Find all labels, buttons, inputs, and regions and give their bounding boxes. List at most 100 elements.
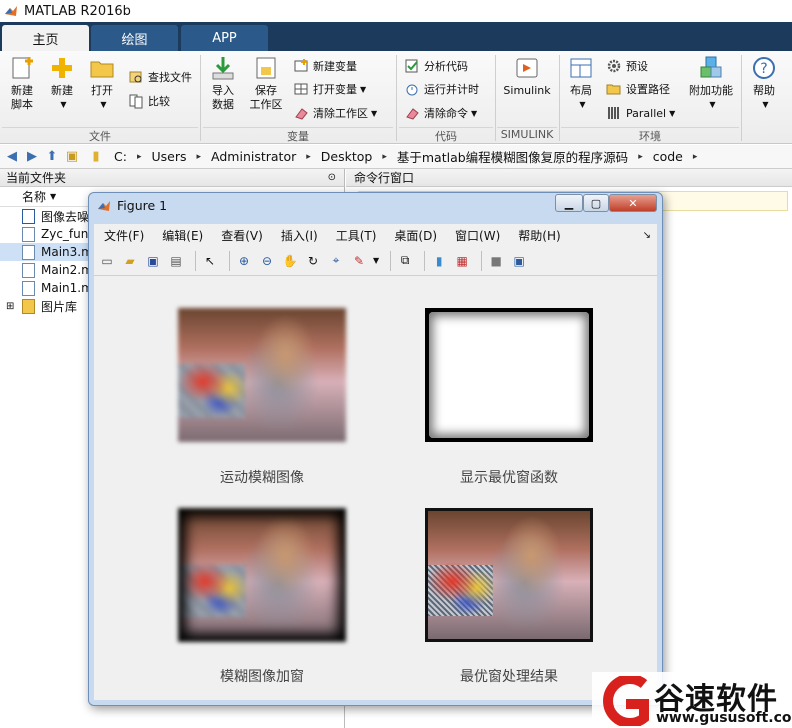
group-environment: 环境 xyxy=(561,127,739,143)
preferences-button[interactable]: 预设 xyxy=(606,56,648,76)
menu-view[interactable]: 查看(V) xyxy=(221,227,263,244)
new-script-icon xyxy=(12,57,33,79)
m-file-icon xyxy=(22,280,35,296)
optimal-window-image xyxy=(425,308,593,442)
group-simulink: SIMULINK xyxy=(497,127,557,143)
new-label: 新建 xyxy=(51,84,73,97)
group-variable: 变量 xyxy=(203,127,393,143)
forward-arrow-icon[interactable]: ▶ xyxy=(24,149,40,165)
minimize-button[interactable]: ▁ xyxy=(555,194,583,212)
panel-menu-icon[interactable]: ⊙ xyxy=(328,172,336,183)
menu-desktop[interactable]: 桌面(D) xyxy=(394,227,437,244)
legend-icon[interactable]: ▦ xyxy=(453,252,471,270)
zoom-in-icon[interactable]: ⊕ xyxy=(235,252,253,270)
set-path-label: 设置路径 xyxy=(626,83,670,96)
figure-canvas[interactable]: 运动模糊图像 显示最优窗函数 模糊图像加窗 最优窗处理结果 xyxy=(94,276,657,700)
print-icon[interactable]: ▤ xyxy=(167,252,185,270)
brush-icon[interactable]: ✎ xyxy=(350,252,368,270)
expand-plus-icon[interactable]: ⊞ xyxy=(6,301,16,312)
simulink-button[interactable]: Simulink xyxy=(502,55,552,98)
close-button[interactable]: ✕ xyxy=(609,194,657,212)
breadcrumb-c[interactable]: C: xyxy=(114,149,141,164)
open-file-icon[interactable]: ▰ xyxy=(121,252,139,270)
breadcrumb-administrator[interactable]: Administrator xyxy=(211,149,311,164)
figure-window[interactable]: Figure 1 ▁ ▢ ✕ 文件(F) 编辑(E) 查看(V) 插入(I) 工… xyxy=(88,192,663,706)
menu-help[interactable]: 帮助(H) xyxy=(518,227,560,244)
folder-icon: ▮ xyxy=(92,149,100,164)
pan-hand-icon[interactable]: ✋ xyxy=(281,252,299,270)
save-workspace-button[interactable]: 保存 工作区 xyxy=(246,55,286,112)
hide-plot-tools-icon[interactable]: ■ xyxy=(487,252,505,270)
breadcrumb-users[interactable]: Users xyxy=(151,149,201,164)
svg-text:?: ? xyxy=(760,61,767,77)
browse-folder-icon[interactable]: ▣ xyxy=(64,149,80,165)
new-figure-icon[interactable]: ▭ xyxy=(98,252,116,270)
chevron-down-icon: ▼ xyxy=(471,108,478,118)
name-column-label: 名称 xyxy=(22,190,47,204)
zoom-out-icon[interactable]: ⊖ xyxy=(258,252,276,270)
run-and-time-button[interactable]: 运行并计时 xyxy=(404,79,479,99)
maximize-button[interactable]: ▢ xyxy=(583,194,609,212)
figure-toolbar: ▭ ▰ ▣ ▤ ↖ ⊕ ⊖ ✋ ↻ ⌖ ✎ ▼ ⧉ ▮ ▦ ■ ▣ xyxy=(94,246,657,276)
tab-apps[interactable]: APP xyxy=(181,25,268,51)
clear-workspace-button[interactable]: 清除工作区 ▼ xyxy=(293,103,377,123)
brush-chevron-down-icon[interactable]: ▼ xyxy=(373,256,379,265)
menu-tools[interactable]: 工具(T) xyxy=(336,227,377,244)
new-button[interactable]: 新建 ▼ xyxy=(46,55,78,112)
clear-commands-button[interactable]: 清除命令 ▼ xyxy=(404,103,477,123)
restored-result-image xyxy=(425,508,593,642)
show-plot-tools-icon[interactable]: ▣ xyxy=(510,252,528,270)
pointer-icon[interactable]: ↖ xyxy=(201,252,219,270)
new-script-button[interactable]: 新建 脚本 xyxy=(6,55,38,112)
import-data-button[interactable]: 导入 数据 xyxy=(207,55,239,112)
ribbon-tab-strip: 主页 绘图 APP xyxy=(0,22,792,51)
chevron-down-icon: ▼ xyxy=(669,108,676,118)
save-workspace-icon xyxy=(256,57,276,79)
set-path-button[interactable]: 设置路径 xyxy=(606,79,670,99)
save-icon[interactable]: ▣ xyxy=(144,252,162,270)
folder-icon xyxy=(22,298,35,314)
folder-name: 图片库 xyxy=(41,299,78,314)
breadcrumb-project[interactable]: 基于matlab编程模糊图像复原的程序源码 xyxy=(397,147,643,166)
grid-icon xyxy=(294,83,308,95)
breadcrumb-code[interactable]: code xyxy=(653,149,698,164)
dock-arrow-icon[interactable]: ↘ xyxy=(643,230,651,241)
layout-button[interactable]: 布局 ▼ xyxy=(566,55,596,112)
breadcrumb-desktop[interactable]: Desktop xyxy=(321,149,387,164)
up-folder-icon[interactable]: ⬆ xyxy=(44,149,60,165)
find-files-button[interactable]: 查找文件 xyxy=(128,67,192,87)
rotate-3d-icon[interactable]: ↻ xyxy=(304,252,322,270)
folder-icon xyxy=(90,61,114,78)
open-variable-button[interactable]: 打开变量 ▼ xyxy=(293,79,366,99)
find-files-icon xyxy=(129,71,142,83)
analyze-code-button[interactable]: 分析代码 xyxy=(404,56,468,76)
compare-button[interactable]: 比较 xyxy=(128,91,170,111)
open-variable-label: 打开变量 xyxy=(313,83,357,96)
back-arrow-icon[interactable]: ◀ xyxy=(4,149,20,165)
command-window-title: 命令行窗口 xyxy=(354,171,415,185)
data-cursor-icon[interactable]: ⌖ xyxy=(327,252,345,270)
tab-home[interactable]: 主页 xyxy=(2,25,89,51)
tab-plots[interactable]: 绘图 xyxy=(91,25,178,51)
layout-icon xyxy=(570,58,592,78)
menu-edit[interactable]: 编辑(E) xyxy=(162,227,203,244)
ribbon-separator xyxy=(200,55,201,141)
chevron-down-icon: ▼ xyxy=(60,100,67,109)
menu-window[interactable]: 窗口(W) xyxy=(455,227,500,244)
addons-button[interactable]: 附加功能 ▼ xyxy=(686,55,736,112)
current-folder-title: 当前文件夹 xyxy=(6,171,67,185)
colorbar-icon[interactable]: ▮ xyxy=(430,252,448,270)
grid-plus-icon xyxy=(294,59,308,72)
parallel-button[interactable]: Parallel ▼ xyxy=(606,103,675,123)
new-variable-button[interactable]: 新建变量 xyxy=(293,56,357,76)
addons-cubes-icon xyxy=(700,56,722,78)
menu-insert[interactable]: 插入(I) xyxy=(281,227,318,244)
caption-result: 最优窗处理结果 xyxy=(460,669,558,685)
link-plot-icon[interactable]: ⧉ xyxy=(396,252,414,270)
clear-commands-label: 清除命令 xyxy=(424,107,468,120)
open-button[interactable]: 打开 ▼ xyxy=(86,55,118,112)
menu-file[interactable]: 文件(F) xyxy=(104,227,144,244)
help-button[interactable]: ? 帮助 ▼ xyxy=(748,55,780,112)
new-script-label: 新建 脚本 xyxy=(11,84,33,111)
parallel-label: Parallel xyxy=(626,106,667,120)
